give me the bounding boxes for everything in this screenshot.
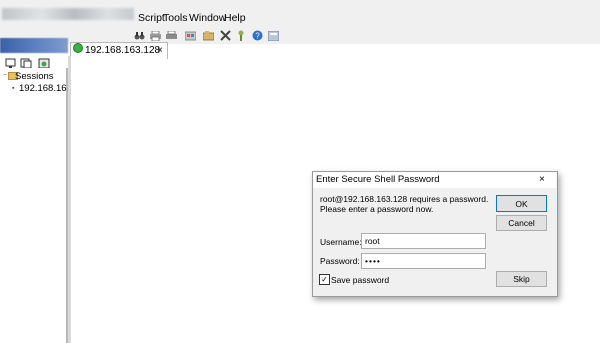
sessions-panel bbox=[0, 68, 68, 343]
binoculars-icon[interactable] bbox=[134, 30, 145, 41]
tab-close-icon[interactable]: × bbox=[157, 45, 163, 56]
menu-script[interactable]: Script bbox=[138, 12, 165, 24]
tree-item-sessions[interactable]: Sessions bbox=[15, 71, 54, 82]
tree-expander-icon[interactable]: − bbox=[3, 72, 7, 79]
dialog-message-line2: Please enter a password now. bbox=[320, 204, 434, 214]
save-password-label[interactable]: Save password bbox=[331, 275, 389, 285]
menu-help[interactable]: Help bbox=[224, 12, 246, 24]
host-icon: ▪ bbox=[12, 85, 15, 92]
cancel-button[interactable]: Cancel bbox=[496, 215, 547, 231]
settings-icon[interactable] bbox=[268, 30, 279, 41]
sftp-icon[interactable] bbox=[235, 30, 246, 41]
print-setup-icon[interactable] bbox=[166, 30, 177, 41]
tab-label[interactable]: 192.168.163.128 bbox=[85, 45, 160, 56]
dialog-message-line1: root@192.168.163.128 requires a password… bbox=[320, 194, 489, 204]
menu-window[interactable]: Window bbox=[189, 12, 226, 24]
username-label: Username: bbox=[320, 237, 362, 247]
blurred-menu-items bbox=[2, 8, 134, 20]
keymap-icon[interactable] bbox=[220, 30, 231, 41]
svg-text:?: ? bbox=[255, 32, 260, 41]
username-field[interactable]: root bbox=[361, 233, 486, 249]
password-label: Password: bbox=[320, 256, 360, 266]
save-password-checkbox[interactable]: ✓ bbox=[319, 274, 330, 285]
ok-button[interactable]: OK bbox=[496, 195, 547, 212]
toolbar bbox=[0, 24, 600, 44]
password-field[interactable]: •••• bbox=[361, 253, 486, 269]
connected-status-icon bbox=[73, 43, 83, 53]
print-icon[interactable] bbox=[150, 30, 161, 41]
menu-tools[interactable]: Tools bbox=[163, 12, 188, 24]
sessions-panel-header bbox=[0, 38, 68, 53]
tree-item-host[interactable]: 192.168.163. bbox=[19, 83, 67, 94]
help-icon[interactable]: ? bbox=[252, 30, 263, 41]
skip-button[interactable]: Skip bbox=[496, 271, 547, 287]
options-icon[interactable] bbox=[203, 30, 214, 41]
color-icon[interactable] bbox=[185, 30, 196, 41]
dialog-close-icon[interactable]: × bbox=[539, 174, 545, 185]
dialog-title: Enter Secure Shell Password bbox=[316, 174, 440, 185]
panel-splitter[interactable] bbox=[68, 56, 71, 343]
